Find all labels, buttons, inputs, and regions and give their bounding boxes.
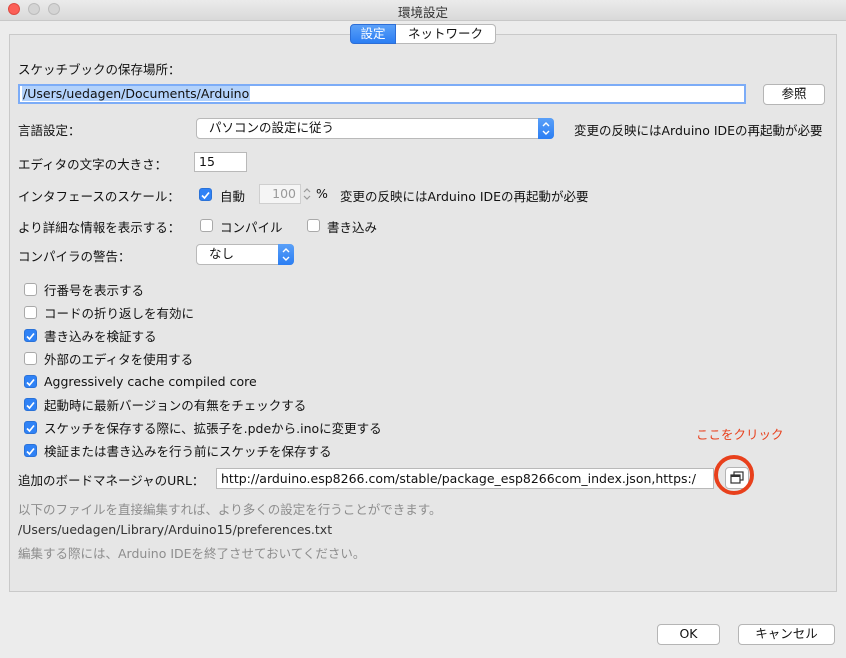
verbose-upload-checkbox[interactable]	[307, 219, 320, 232]
options-list: 行番号を表示する コードの折り返しを有効に 書き込みを検証する 外部のエディタを…	[24, 278, 624, 462]
prefs-info-line2: 編集する際には、Arduino IDEを終了させておいてください。	[18, 546, 366, 561]
option-checkbox[interactable]	[24, 306, 37, 319]
window-title: 環境設定	[397, 5, 448, 20]
option-checkbox[interactable]	[24, 283, 37, 296]
language-value: パソコンの設定に従う	[209, 120, 335, 135]
option-label: 書き込みを検証する	[44, 329, 157, 344]
option-checkbox[interactable]	[24, 444, 37, 457]
option-label: 外部のエディタを使用する	[44, 352, 194, 367]
verbose-compile-checkbox[interactable]	[200, 219, 213, 232]
board-urls-input[interactable]: http://arduino.esp8266.com/stable/packag…	[216, 468, 714, 489]
option-checkbox[interactable]	[24, 375, 37, 388]
scale-stepper-icon[interactable]	[302, 185, 312, 203]
option-checkbox[interactable]	[24, 421, 37, 434]
checkmark-icon	[26, 447, 35, 456]
language-note: 変更の反映にはArduino IDEの再起動が必要	[574, 123, 823, 138]
option-row[interactable]: 書き込みを検証する	[24, 324, 624, 347]
font-size-label: エディタの文字の大きさ：	[18, 157, 168, 172]
verbose-label: より詳細な情報を表示する：	[18, 220, 181, 235]
checkmark-icon	[26, 401, 35, 410]
scale-auto-label: 自動	[220, 189, 246, 204]
font-size-input[interactable]: 15	[194, 152, 247, 172]
scale-label: インタフェースのスケール：	[18, 189, 180, 204]
scale-note: 変更の反映にはArduino IDEの再起動が必要	[340, 189, 589, 204]
option-label: スケッチを保存する際に、拡張子を.pdeから.inoに変更する	[44, 421, 382, 436]
cancel-button[interactable]: キャンセル	[738, 624, 835, 645]
stepper-icon	[278, 244, 294, 265]
warnings-value: なし	[209, 246, 235, 261]
option-row[interactable]: 検証または書き込みを行う前にスケッチを保存する	[24, 439, 624, 462]
checkmark-icon	[26, 378, 35, 387]
click-here-annotation: ここをクリック	[696, 427, 784, 442]
checkmark-icon	[26, 424, 35, 433]
board-urls-label: 追加のボードマネージャのURL：	[18, 473, 205, 488]
prefs-info-line1: 以下のファイルを直接編集すれば、より多くの設定を行うことができます。	[18, 502, 442, 517]
verbose-compile-label: コンパイル	[220, 220, 283, 235]
verbose-upload-label: 書き込み	[327, 220, 378, 235]
tab-settings[interactable]: 設定	[350, 24, 396, 44]
option-row[interactable]: スケッチを保存する際に、拡張子を.pdeから.inoに変更する	[24, 416, 624, 439]
option-row[interactable]: Aggressively cache compiled core	[24, 370, 624, 393]
option-row[interactable]: コードの折り返しを有効に	[24, 301, 624, 324]
option-label: 起動時に最新バージョンの有無をチェックする	[44, 398, 307, 413]
checkmark-icon	[201, 191, 210, 200]
annotation-circle	[714, 455, 754, 495]
sketchbook-label: スケッチブックの保存場所：	[18, 62, 181, 77]
language-label: 言語設定：	[18, 123, 81, 138]
option-checkbox[interactable]	[24, 398, 37, 411]
language-select[interactable]: パソコンの設定に従う	[196, 118, 554, 139]
ok-button[interactable]: OK	[657, 624, 720, 645]
tab-network[interactable]: ネットワーク	[396, 24, 496, 44]
option-checkbox[interactable]	[24, 352, 37, 365]
warnings-label: コンパイラの警告：	[18, 249, 131, 264]
prefs-path: /Users/uedagen/Library/Arduino15/prefere…	[18, 522, 333, 537]
title-bar: 環境設定	[0, 0, 846, 21]
scale-percent-input[interactable]: 100	[259, 184, 301, 204]
option-row[interactable]: 行番号を表示する	[24, 278, 624, 301]
option-row[interactable]: 起動時に最新バージョンの有無をチェックする	[24, 393, 624, 416]
option-label: 行番号を表示する	[44, 283, 145, 298]
option-row[interactable]: 外部のエディタを使用する	[24, 347, 624, 370]
warnings-select[interactable]: なし	[196, 244, 294, 265]
scale-auto-checkbox[interactable]	[199, 188, 212, 201]
option-label: コードの折り返しを有効に	[44, 306, 195, 321]
scale-unit: %	[316, 186, 328, 201]
checkmark-icon	[26, 332, 35, 341]
option-checkbox[interactable]	[24, 329, 37, 342]
option-label: Aggressively cache compiled core	[44, 374, 257, 389]
sketchbook-path-text: /Users/uedagen/Documents/Arduino	[22, 86, 251, 101]
sketchbook-path-input[interactable]: /Users/uedagen/Documents/Arduino	[18, 84, 746, 104]
stepper-icon	[538, 118, 554, 139]
browse-button[interactable]: 参照	[763, 84, 825, 105]
option-label: 検証または書き込みを行う前にスケッチを保存する	[44, 444, 332, 459]
